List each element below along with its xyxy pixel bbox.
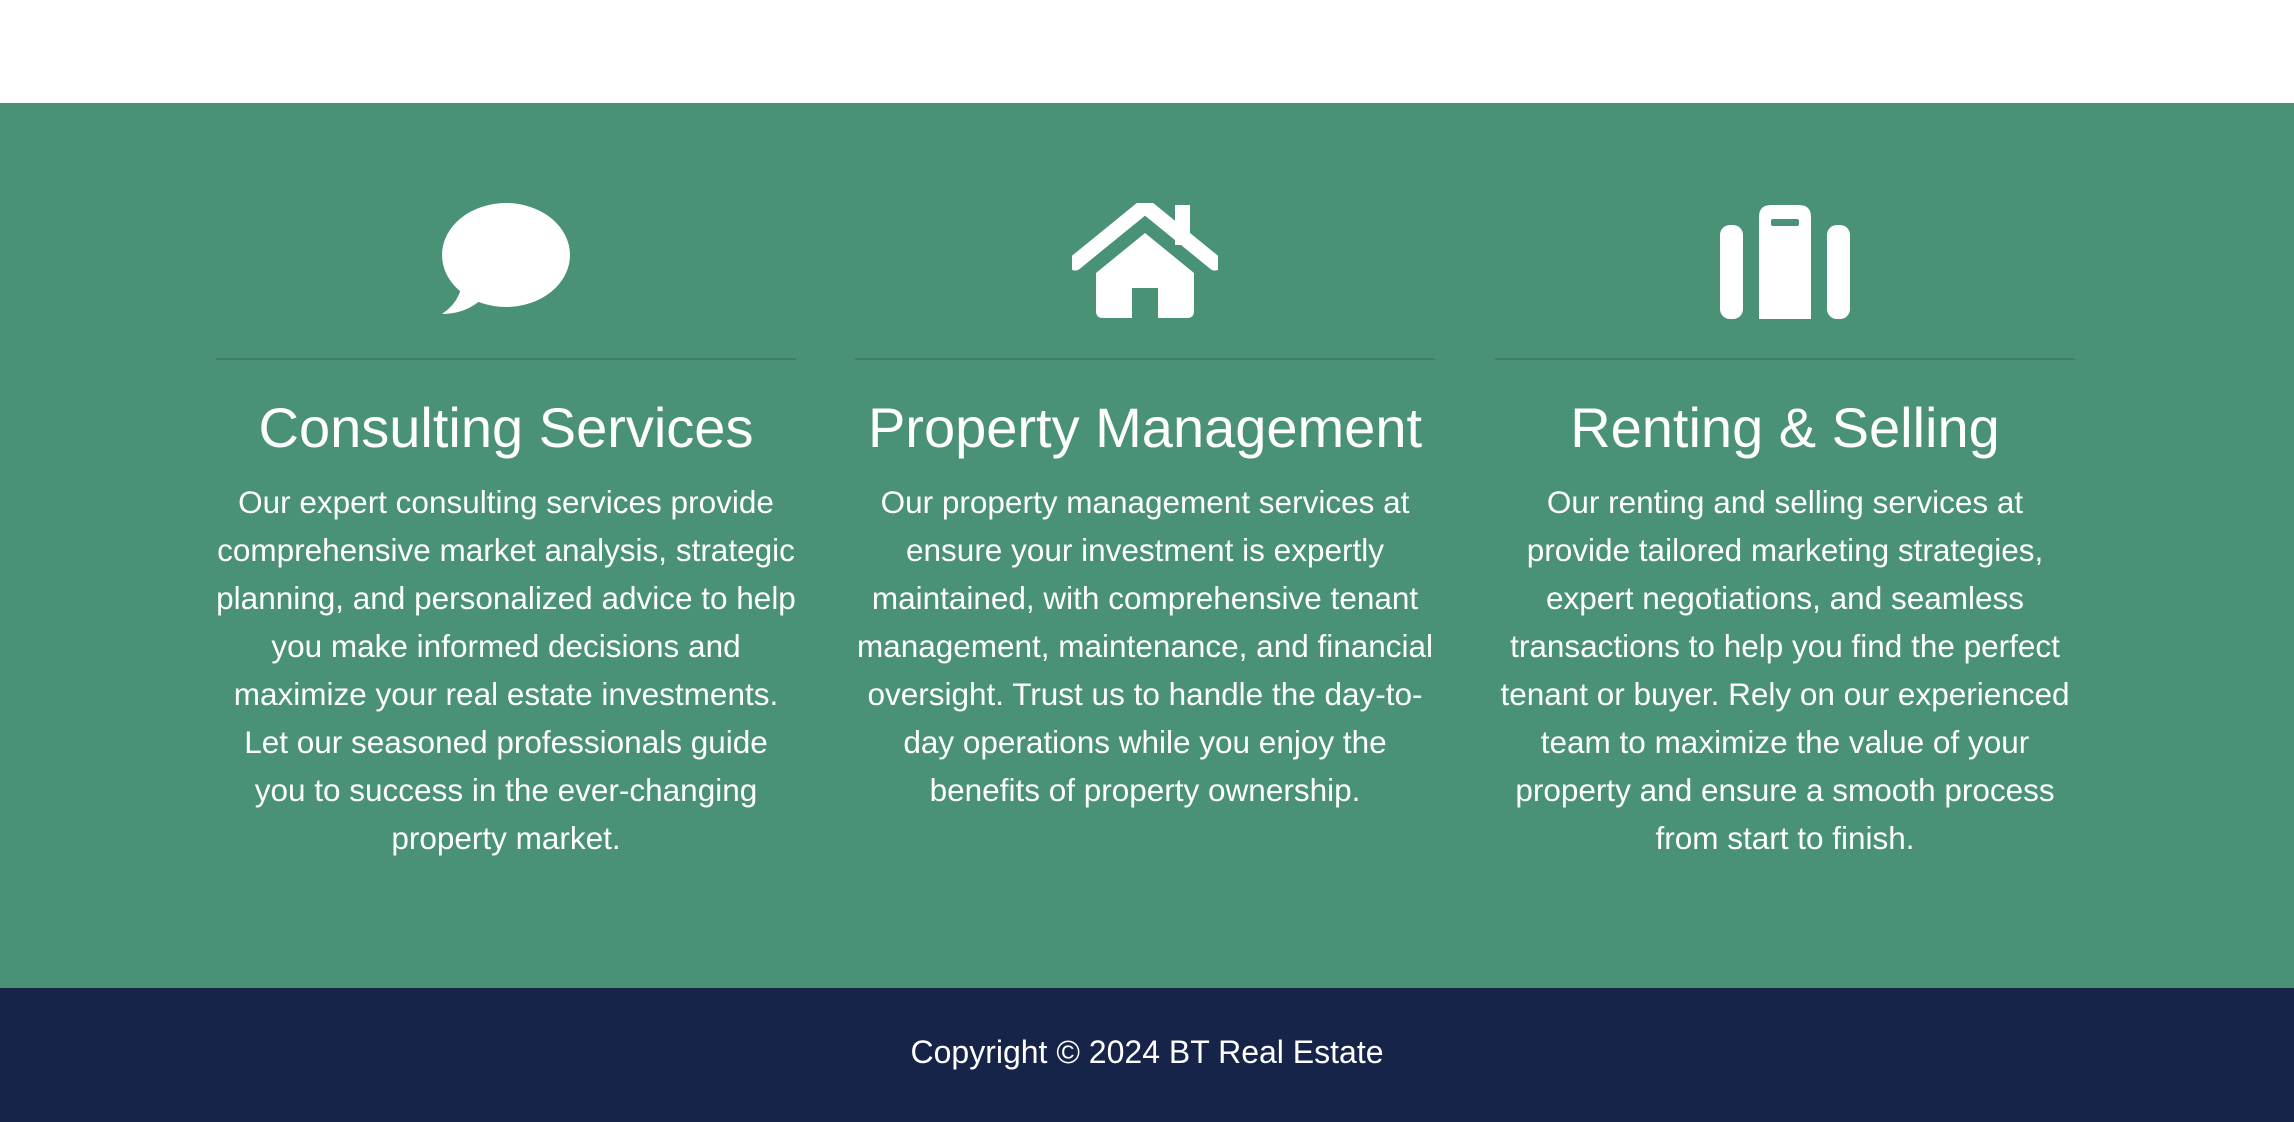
house-icon <box>1072 203 1218 318</box>
copyright-text: Copyright © 2024 BT Real Estate <box>910 1034 1384 1070</box>
card-title: Renting & Selling <box>1570 396 2000 459</box>
service-icon-container <box>216 203 796 323</box>
card-description: Our expert consulting services provide c… <box>216 484 796 856</box>
card-divider <box>216 358 796 360</box>
service-card-renting-selling: Renting & Selling Our renting and sellin… <box>1495 103 2075 988</box>
service-icon-container <box>855 203 1435 323</box>
top-blank-area <box>0 0 2294 103</box>
card-description: Our property management services at ensu… <box>856 484 1434 808</box>
service-icon-container <box>1495 203 2075 323</box>
card-title: Consulting Services <box>258 396 754 459</box>
footer: Copyright © 2024 BT Real Estate <box>0 988 2294 1122</box>
card-divider <box>855 358 1435 360</box>
service-card-property-management: Property Management Our property managem… <box>855 103 1435 988</box>
chat-bubble-icon <box>442 203 570 314</box>
service-card-consulting: Consulting Services Our expert consultin… <box>216 103 796 988</box>
services-section: Consulting Services Our expert consultin… <box>0 103 2294 988</box>
suitcase-icon <box>1720 205 1850 319</box>
card-title: Property Management <box>867 396 1423 459</box>
card-divider <box>1495 358 2075 360</box>
card-description: Our renting and selling services at prov… <box>1500 484 2070 856</box>
